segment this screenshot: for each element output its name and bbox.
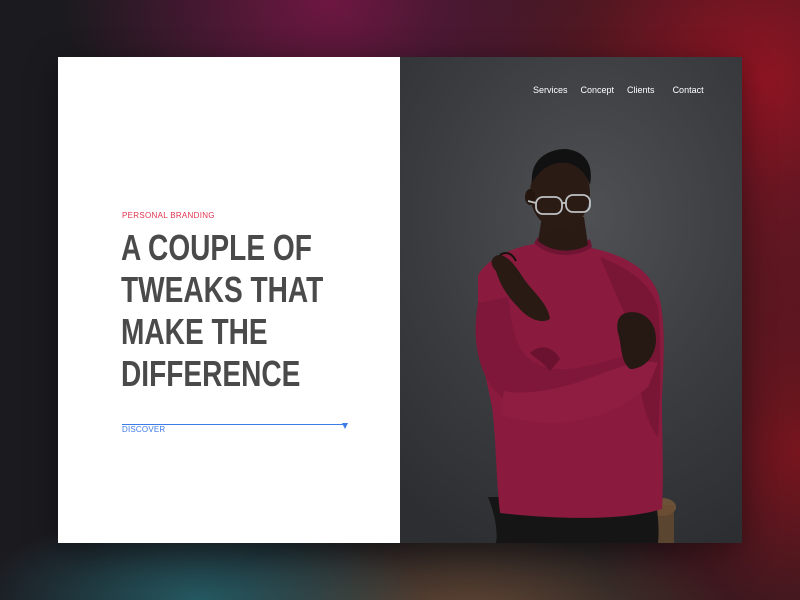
nav-item-contact[interactable]: Contact <box>673 85 704 95</box>
portrait-photo <box>475 149 676 543</box>
nav-item-services[interactable]: Services <box>533 85 568 95</box>
headline-line-3: MAKE THE <box>121 311 268 352</box>
headline-line-4: DIFFERENCE <box>121 353 301 394</box>
hero-eyebrow: PERSONAL BRANDING <box>122 211 215 220</box>
main-nav: Services Concept Clients Contact <box>530 85 704 95</box>
hero-text-panel: PERSONAL BRANDING A COUPLE OF TWEAKS THA… <box>58 57 400 543</box>
headline-line-1: A COUPLE OF <box>121 227 312 268</box>
hero-headline: A COUPLE OF TWEAKS THAT MAKE THE DIFFERE… <box>121 227 324 395</box>
headline-line-2: TWEAKS THAT <box>121 269 324 310</box>
landing-card: PERSONAL BRANDING A COUPLE OF TWEAKS THA… <box>58 57 742 543</box>
discover-link[interactable]: DISCOVER <box>122 425 165 434</box>
hero-photo-panel: Services Concept Clients Contact <box>400 57 742 543</box>
nav-item-concept[interactable]: Concept <box>581 85 615 95</box>
nav-item-clients[interactable]: Clients <box>627 85 655 95</box>
arrow-down-icon[interactable] <box>342 423 348 429</box>
